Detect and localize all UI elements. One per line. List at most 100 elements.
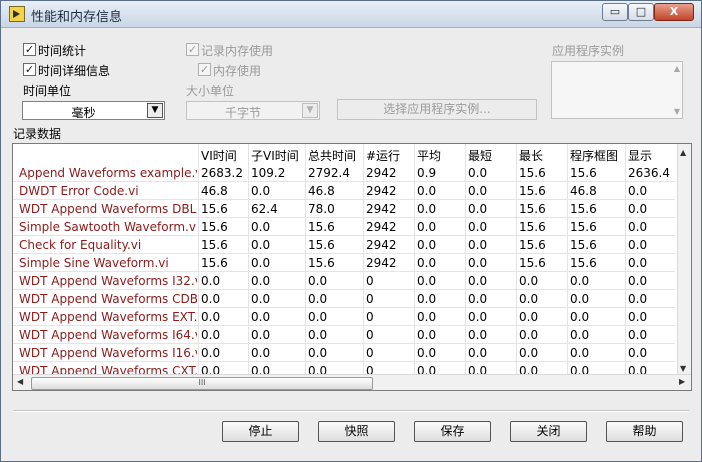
value-cell: 0.0 bbox=[570, 328, 590, 342]
value-cell: 15.6 bbox=[201, 256, 228, 270]
column-header[interactable]: VI时间 bbox=[201, 147, 237, 164]
chevron-down-icon[interactable]: ▼ bbox=[147, 103, 163, 118]
select-app-instance-button[interactable]: 选择应用程序实例... bbox=[337, 99, 537, 120]
value-cell: 0.0 bbox=[417, 328, 437, 342]
value-cell: 0.0 bbox=[468, 220, 488, 234]
value-cell: 2942 bbox=[366, 202, 397, 216]
size-unit-select[interactable]: 千字节 ▼ bbox=[186, 101, 320, 120]
value-cell: 0.0 bbox=[201, 292, 221, 306]
chevron-down-icon[interactable]: ▼ bbox=[302, 103, 318, 118]
memory-usage-checkbox[interactable]: ✓ bbox=[198, 63, 211, 76]
value-cell: 0.0 bbox=[308, 292, 328, 306]
table-row[interactable]: WDT Append Waveforms CDB.vi 0.0 0.0 0.0 0 0.0… bbox=[13, 290, 675, 308]
record-memory-label: 记录内存使用 bbox=[201, 44, 274, 58]
column-header[interactable]: 程序框图 bbox=[570, 147, 618, 164]
value-cell: 0.0 bbox=[308, 328, 328, 342]
value-cell: 0.0 bbox=[570, 292, 590, 306]
value-cell: 15.6 bbox=[570, 202, 597, 216]
value-cell: 0.0 bbox=[570, 346, 590, 360]
close-button[interactable]: 关闭 bbox=[510, 421, 587, 442]
value-cell: 0.0 bbox=[417, 220, 437, 234]
app-instance-label: 应用程序实例 bbox=[552, 44, 625, 58]
profile-data-table[interactable]: VI时间 子VI时间 总共时间 #运行 平均 最短 最长 程序框图 显示 Append Wave… bbox=[12, 143, 692, 391]
value-cell: 62.4 bbox=[251, 202, 278, 216]
value-cell: 0 bbox=[366, 328, 374, 342]
value-cell: 15.6 bbox=[519, 220, 546, 234]
minimize-button[interactable]: ▭ bbox=[602, 3, 628, 21]
vertical-scrollbar[interactable]: ▲ ▼ bbox=[677, 144, 691, 374]
value-cell: 0.0 bbox=[251, 184, 271, 198]
scroll-up-icon[interactable]: ▲ bbox=[674, 64, 680, 73]
value-cell: 0.0 bbox=[201, 310, 221, 324]
table-row[interactable]: Simple Sine Waveform.vi 15.6 0.0 15.6 2942 0.… bbox=[13, 254, 675, 272]
column-header[interactable]: 总共时间 bbox=[308, 147, 356, 164]
horizontal-scroll-thumb[interactable]: III bbox=[31, 377, 373, 390]
value-cell: 0 bbox=[366, 346, 374, 360]
table-row[interactable]: WDT Append Waveforms I16.vi 0.0 0.0 0.0 0 0.0… bbox=[13, 344, 675, 362]
timing-stats-checkbox[interactable]: ✓ bbox=[23, 43, 36, 56]
value-cell: 0.0 bbox=[628, 310, 648, 324]
snapshot-button[interactable]: 快照 bbox=[318, 421, 395, 442]
vi-name-cell: Simple Sine Waveform.vi bbox=[19, 256, 169, 270]
table-row[interactable]: Simple Sawtooth Waveform.vi 15.6 0.0 15.6 29… bbox=[13, 218, 675, 236]
vi-name-cell: WDT Append Waveforms DBL.vi bbox=[19, 202, 197, 216]
size-unit-value: 千字节 bbox=[224, 106, 261, 120]
value-cell: 0.0 bbox=[628, 238, 648, 252]
column-header[interactable]: 最长 bbox=[519, 147, 543, 164]
value-cell: 0.0 bbox=[468, 166, 488, 180]
value-cell: 109.2 bbox=[251, 166, 286, 180]
window-title: 性能和内存信息 bbox=[31, 10, 123, 25]
value-cell: 0.0 bbox=[570, 274, 590, 288]
app-instance-listbox[interactable]: ▲ ▼ bbox=[551, 61, 683, 119]
value-cell: 15.6 bbox=[308, 238, 335, 252]
column-header[interactable]: 显示 bbox=[628, 147, 652, 164]
timing-details-label: 时间详细信息 bbox=[38, 64, 111, 78]
value-cell: 0.0 bbox=[251, 238, 271, 252]
maximize-button[interactable]: □ bbox=[628, 3, 654, 21]
table-row[interactable]: WDT Append Waveforms DBL.vi 15.6 62.4 78.0 2… bbox=[13, 200, 675, 218]
value-cell: 15.6 bbox=[570, 166, 597, 180]
save-button[interactable]: 保存 bbox=[414, 421, 491, 442]
column-header[interactable]: #运行 bbox=[366, 147, 400, 164]
table-row[interactable]: Check for Equality.vi 15.6 0.0 15.6 2942 0.0 0… bbox=[13, 236, 675, 254]
value-cell: 15.6 bbox=[570, 220, 597, 234]
scroll-down-icon[interactable]: ▼ bbox=[674, 107, 680, 116]
column-header[interactable]: 平均 bbox=[417, 147, 441, 164]
scroll-left-icon[interactable]: ◀ bbox=[17, 377, 23, 386]
scroll-up-icon[interactable]: ▲ bbox=[680, 148, 686, 157]
value-cell: 0.0 bbox=[468, 346, 488, 360]
close-window-button[interactable]: X bbox=[654, 3, 694, 21]
scroll-right-icon[interactable]: ▶ bbox=[679, 377, 685, 386]
record-memory-checkbox[interactable]: ✓ bbox=[186, 43, 199, 56]
table-row[interactable]: WDT Append Waveforms I64.vi 0.0 0.0 0.0 0 0.0… bbox=[13, 326, 675, 344]
value-cell: 0.0 bbox=[628, 220, 648, 234]
value-cell: 0.0 bbox=[519, 328, 539, 342]
table-row[interactable]: WDT Append Waveforms EXT.vi 0.0 0.0 0.0 0 0.0… bbox=[13, 308, 675, 326]
value-cell: 0.0 bbox=[628, 346, 648, 360]
table-row[interactable]: WDT Append Waveforms I32.vi 0.0 0.0 0.0 0 0.0… bbox=[13, 272, 675, 290]
value-cell: 2942 bbox=[366, 256, 397, 270]
value-cell: 0.0 bbox=[251, 310, 271, 324]
value-cell: 0.0 bbox=[417, 256, 437, 270]
table-row[interactable]: Append Waveforms example.vi 2683.2 109.2 27… bbox=[13, 164, 675, 182]
help-button[interactable]: 帮助 bbox=[606, 421, 683, 442]
value-cell: 15.6 bbox=[519, 184, 546, 198]
value-cell: 15.6 bbox=[308, 256, 335, 270]
timing-details-checkbox[interactable]: ✓ bbox=[23, 63, 36, 76]
vi-name-cell: Append Waveforms example.vi bbox=[19, 166, 197, 180]
column-header[interactable]: 子VI时间 bbox=[251, 147, 299, 164]
value-cell: 2792.4 bbox=[308, 166, 350, 180]
value-cell: 0.0 bbox=[628, 184, 648, 198]
value-cell: 0.0 bbox=[468, 202, 488, 216]
scroll-down-icon[interactable]: ▼ bbox=[680, 364, 686, 373]
table-row[interactable]: DWDT Error Code.vi 46.8 0.0 46.8 2942 0.0 0.0 1… bbox=[13, 182, 675, 200]
title-bar: 性能和内存信息 ▭ □ X bbox=[1, 1, 701, 28]
time-unit-select[interactable]: 毫秒 ▼ bbox=[22, 101, 165, 120]
vi-name-cell: Simple Sawtooth Waveform.vi bbox=[19, 220, 197, 234]
horizontal-scrollbar[interactable]: ◀ III ▶ bbox=[13, 374, 691, 390]
column-header[interactable]: 最短 bbox=[468, 147, 492, 164]
value-cell: 2636.4 bbox=[628, 166, 670, 180]
vi-name-cell: DWDT Error Code.vi bbox=[19, 184, 139, 198]
stop-button[interactable]: 停止 bbox=[222, 421, 299, 442]
vi-name-cell: WDT Append Waveforms EXT.vi bbox=[19, 310, 197, 324]
